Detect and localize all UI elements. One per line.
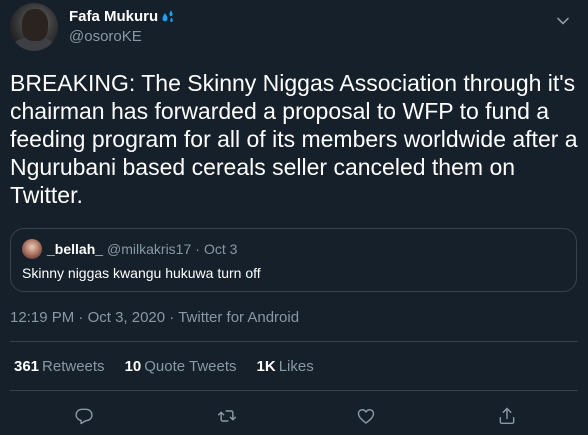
quoted-date: Oct 3 [203, 241, 238, 257]
display-name[interactable]: Fafa Mukuru [69, 7, 158, 27]
tweet-stats: 361 Retweets 10 Quote Tweets 1K Likes [14, 358, 334, 375]
divider [10, 341, 578, 342]
retweets-stat[interactable]: 361 Retweets [14, 358, 105, 375]
quote-tweets-label: Quote Tweets [144, 358, 237, 375]
handle[interactable]: @osoroKE [69, 27, 176, 47]
tweet-source[interactable]: Twitter for Android [178, 309, 299, 326]
water-drops-icon [160, 9, 176, 25]
quote-tweets-stat[interactable]: 10 Quote Tweets [125, 358, 237, 375]
likes-label: Likes [278, 358, 314, 375]
chevron-down-icon[interactable] [556, 14, 570, 28]
tweet-detail: Fafa Mukuru @osoroKE BREAKING: The Skinn… [0, 0, 588, 435]
meta-separator: · [74, 309, 88, 326]
retweets-count: 361 [14, 358, 40, 375]
quoted-text: Skinny niggas kwangu hukuwa turn off [22, 265, 261, 281]
avatar[interactable] [10, 3, 58, 51]
tweet-time[interactable]: 12:19 PM [10, 309, 74, 326]
share-icon[interactable] [497, 406, 517, 426]
tweet-date[interactable]: Oct 3, 2020 [88, 309, 166, 326]
quoted-avatar [22, 239, 42, 259]
quoted-tweet-header: _bellah_ @milkakris17 · Oct 3 [22, 239, 237, 259]
reply-icon[interactable] [74, 406, 94, 426]
tweet-text: BREAKING: The Skinny Niggas Association … [10, 70, 578, 208]
likes-count: 1K [256, 358, 276, 375]
quoted-handle: @milkakris17 [107, 241, 192, 257]
divider [10, 390, 578, 391]
tweet-header: Fafa Mukuru @osoroKE [10, 3, 176, 51]
quoted-separator: · [195, 241, 200, 257]
meta-separator: · [165, 309, 179, 326]
tweet-meta: 12:19 PM · Oct 3, 2020 · Twitter for And… [10, 309, 299, 326]
display-name-row[interactable]: Fafa Mukuru [69, 7, 176, 27]
avatar-face [22, 9, 48, 41]
retweets-label: Retweets [42, 358, 105, 375]
heart-icon[interactable] [356, 406, 376, 426]
retweet-icon[interactable] [217, 406, 237, 426]
quote-tweets-count: 10 [124, 358, 142, 375]
tweet-actions [0, 406, 588, 426]
likes-stat[interactable]: 1K Likes [257, 358, 314, 375]
author-names: Fafa Mukuru @osoroKE [69, 7, 176, 47]
quoted-tweet[interactable]: _bellah_ @milkakris17 · Oct 3 Skinny nig… [10, 228, 577, 292]
quoted-display-name: _bellah_ [47, 241, 104, 257]
